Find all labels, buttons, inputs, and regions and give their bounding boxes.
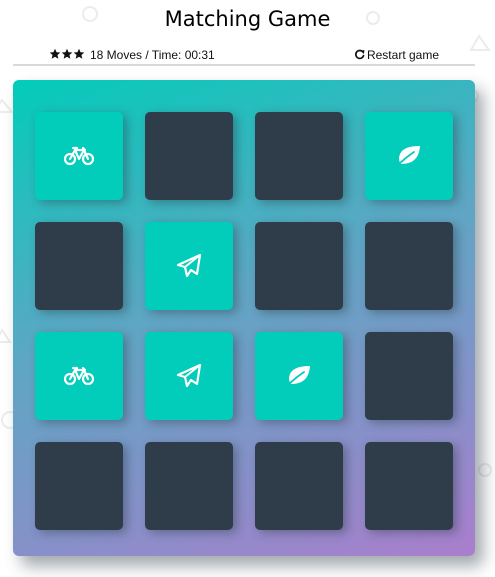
card-hidden[interactable]: [365, 222, 453, 310]
card-hidden[interactable]: [35, 442, 123, 530]
card-hidden[interactable]: [365, 332, 453, 420]
card-hidden[interactable]: [145, 442, 233, 530]
card-matched[interactable]: [145, 222, 233, 310]
bicycle-icon: [35, 332, 123, 420]
paper-plane-icon: [145, 222, 233, 310]
leaf-icon: [255, 332, 343, 420]
star-icon: [49, 48, 61, 60]
card-matched[interactable]: [365, 112, 453, 200]
star-icon: [73, 48, 85, 60]
leaf-icon: [365, 112, 453, 200]
card-hidden[interactable]: [365, 442, 453, 530]
card-matched[interactable]: [255, 332, 343, 420]
score-panel: 18 Moves / Time: 00:31 Restart game: [49, 47, 447, 65]
card-matched[interactable]: [35, 332, 123, 420]
card-hidden[interactable]: [35, 222, 123, 310]
page-title: Matching Game: [164, 7, 331, 31]
card-hidden[interactable]: [255, 222, 343, 310]
card-deck: [13, 80, 475, 556]
redo-icon: [354, 49, 365, 60]
card-matched[interactable]: [35, 112, 123, 200]
header-divider: [13, 64, 475, 66]
restart-label: Restart game: [366, 48, 439, 62]
card-matched[interactable]: [145, 332, 233, 420]
restart-button[interactable]: Restart game: [354, 48, 439, 62]
bicycle-icon: [35, 112, 123, 200]
paper-plane-icon: [145, 332, 233, 420]
moves-timer-text: 18 Moves / Time: 00:31: [90, 48, 215, 62]
star-rating: [49, 48, 85, 62]
card-hidden[interactable]: [255, 112, 343, 200]
card-hidden[interactable]: [255, 442, 343, 530]
card-hidden[interactable]: [145, 112, 233, 200]
star-icon: [61, 48, 73, 60]
